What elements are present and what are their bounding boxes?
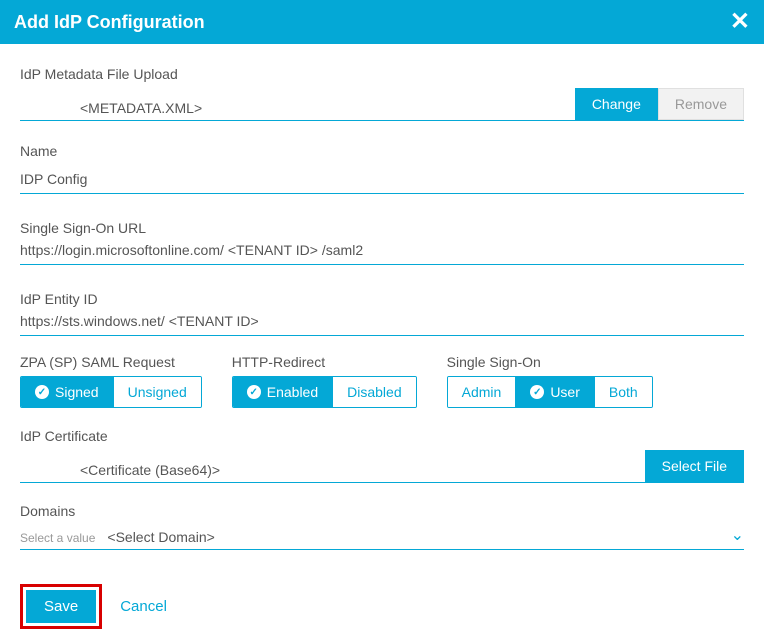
domains-placeholder: Select a value bbox=[20, 531, 95, 545]
sso-user-label: User bbox=[550, 384, 580, 400]
select-file-button[interactable]: Select File bbox=[645, 450, 744, 482]
sso-url-suffix: /saml2 bbox=[322, 242, 363, 258]
label-entity-id: IdP Entity ID bbox=[20, 291, 744, 307]
label-saml-request: ZPA (SP) SAML Request bbox=[20, 354, 202, 370]
dialog-body[interactable]: IdP Metadata File Upload <METADATA.XML> … bbox=[0, 40, 764, 580]
http-enabled-label: Enabled bbox=[267, 384, 318, 400]
saml-unsigned-label: Unsigned bbox=[128, 384, 187, 400]
http-enabled-button[interactable]: ✓ Enabled bbox=[233, 377, 332, 407]
label-sso-mode: Single Sign-On bbox=[447, 354, 653, 370]
sso-url-input[interactable]: https://login.microsoftonline.com/ <TENA… bbox=[20, 242, 744, 265]
http-redirect-group: HTTP-Redirect ✓ Enabled Disabled bbox=[232, 354, 417, 408]
cert-value: <Certificate (Base64)> bbox=[20, 462, 637, 478]
label-name: Name bbox=[20, 143, 744, 159]
sso-admin-label: Admin bbox=[462, 384, 502, 400]
sso-admin-button[interactable]: Admin bbox=[448, 377, 516, 407]
saml-signed-button[interactable]: ✓ Signed bbox=[21, 377, 113, 407]
entity-id-tenant-token: <TENANT ID> bbox=[169, 313, 259, 329]
domains-select[interactable]: Select a value <Select Domain> ⌄ bbox=[20, 525, 744, 550]
http-disabled-button[interactable]: Disabled bbox=[332, 377, 415, 407]
sso-url-tenant-token: <TENANT ID> bbox=[228, 242, 318, 258]
cert-row: <Certificate (Base64)> Select File bbox=[20, 450, 744, 483]
entity-id-input[interactable]: https://sts.windows.net/ <TENANT ID> bbox=[20, 313, 744, 336]
check-icon: ✓ bbox=[530, 385, 544, 399]
name-input[interactable] bbox=[20, 165, 744, 194]
label-domains: Domains bbox=[20, 503, 744, 519]
dialog-footer: Save Cancel bbox=[0, 580, 750, 632]
chevron-down-icon: ⌄ bbox=[731, 525, 744, 545]
label-http-redirect: HTTP-Redirect bbox=[232, 354, 417, 370]
check-icon: ✓ bbox=[35, 385, 49, 399]
save-button[interactable]: Save bbox=[26, 590, 96, 623]
sso-user-button[interactable]: ✓ User bbox=[515, 377, 594, 407]
metadata-row: <METADATA.XML> Change Remove bbox=[20, 88, 744, 121]
sso-both-button[interactable]: Both bbox=[594, 377, 652, 407]
saml-signed-label: Signed bbox=[55, 384, 99, 400]
dialog-title: Add IdP Configuration bbox=[14, 12, 205, 33]
metadata-filename: <METADATA.XML> bbox=[20, 100, 567, 116]
save-highlight-box: Save bbox=[20, 584, 102, 629]
http-disabled-label: Disabled bbox=[347, 384, 401, 400]
sso-mode-group: Single Sign-On Admin ✓ User Both bbox=[447, 354, 653, 408]
saml-unsigned-button[interactable]: Unsigned bbox=[113, 377, 201, 407]
change-button[interactable]: Change bbox=[575, 88, 658, 120]
sso-both-label: Both bbox=[609, 384, 638, 400]
label-cert: IdP Certificate bbox=[20, 428, 744, 444]
label-sso-url: Single Sign-On URL bbox=[20, 220, 744, 236]
check-icon: ✓ bbox=[247, 385, 261, 399]
domains-value: <Select Domain> bbox=[107, 529, 730, 545]
entity-id-prefix: https://sts.windows.net/ bbox=[20, 313, 165, 329]
label-metadata: IdP Metadata File Upload bbox=[20, 66, 744, 82]
close-icon[interactable]: ✕ bbox=[730, 10, 750, 34]
remove-button[interactable]: Remove bbox=[658, 88, 744, 120]
sso-url-prefix: https://login.microsoftonline.com/ bbox=[20, 242, 224, 258]
dialog-header: Add IdP Configuration ✕ bbox=[0, 0, 764, 44]
saml-request-group: ZPA (SP) SAML Request ✓ Signed Unsigned bbox=[20, 354, 202, 408]
cancel-link[interactable]: Cancel bbox=[120, 598, 167, 615]
